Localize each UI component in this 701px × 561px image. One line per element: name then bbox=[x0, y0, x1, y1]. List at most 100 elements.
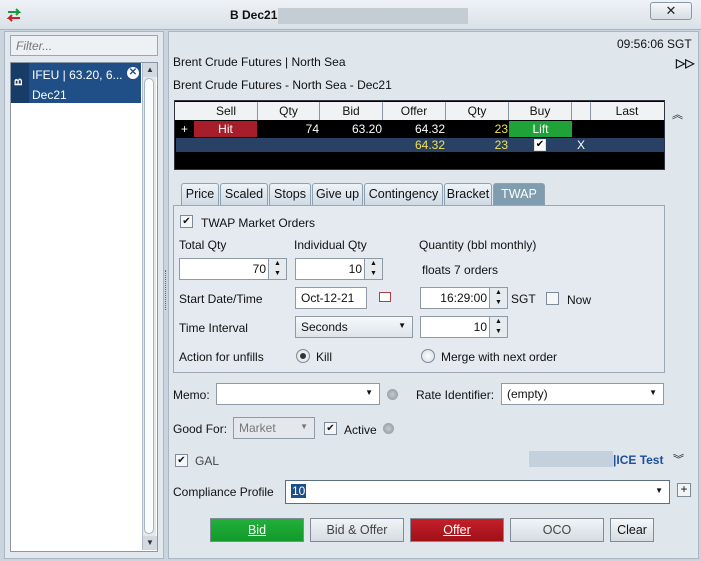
expand-row-icon[interactable]: + bbox=[181, 122, 188, 136]
active-status-icon bbox=[383, 423, 394, 434]
timezone-label: SGT bbox=[511, 292, 536, 306]
expand-details-icon[interactable]: ︾ bbox=[673, 451, 684, 467]
chevron-down-icon: ▼ bbox=[655, 486, 663, 495]
clock: 09:56:06 SGT bbox=[617, 37, 692, 51]
tab-bracket[interactable]: Bracket bbox=[444, 183, 492, 205]
tab-contingency[interactable]: Contingency bbox=[364, 183, 443, 205]
total-qty-stepper[interactable]: 70 ▲ ▼ bbox=[179, 258, 287, 280]
col-bid: Bid bbox=[342, 104, 360, 118]
compliance-profile-select[interactable]: 10 ▼ bbox=[285, 480, 670, 504]
decrement-icon[interactable]: ▼ bbox=[490, 327, 507, 337]
fast-forward-icon[interactable]: ▷▷ bbox=[676, 56, 694, 70]
collapse-grid-icon[interactable]: ︽ bbox=[672, 106, 683, 122]
floats-orders-text: floats 7 orders bbox=[422, 263, 499, 277]
time-interval-label: Time Interval bbox=[179, 321, 248, 335]
ice-test-link[interactable]: |ICE Test bbox=[613, 453, 663, 467]
instrument-subtitle: Brent Crude Futures - North Sea - Dec21 bbox=[173, 78, 392, 92]
twap-panel bbox=[173, 205, 665, 373]
decrement-icon[interactable]: ▼ bbox=[269, 269, 286, 279]
hit-button[interactable]: Hit bbox=[194, 121, 257, 137]
interval-unit-select[interactable]: Seconds ▼ bbox=[295, 316, 413, 338]
tab-scaled[interactable]: Scaled bbox=[220, 183, 268, 205]
chevron-down-icon: ▼ bbox=[300, 422, 308, 431]
decrement-icon[interactable]: ▼ bbox=[490, 298, 507, 308]
quantity-unit-label: Quantity (bbl monthly) bbox=[419, 238, 537, 252]
chevron-down-icon: ▼ bbox=[398, 321, 406, 330]
memo-select[interactable]: ▼ bbox=[216, 383, 380, 405]
instrument-title: Brent Crude Futures | North Sea bbox=[173, 55, 346, 69]
gal-checkbox[interactable]: ✔ bbox=[175, 454, 188, 467]
app-icon bbox=[6, 8, 22, 22]
col-buy: Buy bbox=[529, 104, 551, 118]
start-datetime-label: Start Date/Time bbox=[179, 292, 263, 306]
twap-market-orders-label: TWAP Market Orders bbox=[201, 216, 316, 230]
tab-stops[interactable]: Stops bbox=[269, 183, 311, 205]
individual-qty-label: Individual Qty bbox=[294, 238, 367, 252]
lift-button[interactable]: Lift bbox=[509, 121, 572, 137]
merge-label: Merge with next order bbox=[441, 350, 558, 364]
good-for-select[interactable]: Market ▼ bbox=[233, 417, 315, 439]
total-qty-label: Total Qty bbox=[179, 238, 227, 252]
title-redaction bbox=[278, 8, 468, 24]
scroll-down-icon[interactable]: ▼ bbox=[143, 536, 157, 550]
increment-icon[interactable]: ▲ bbox=[490, 317, 507, 327]
col-qty-bid: Qty bbox=[279, 104, 298, 118]
active-label: Active bbox=[344, 423, 377, 437]
active-checkbox[interactable]: ✔ bbox=[324, 422, 337, 435]
col-qty-offer: Qty bbox=[467, 104, 487, 118]
filter-input[interactable] bbox=[10, 35, 158, 56]
order-checkbox[interactable]: ✔ bbox=[534, 139, 546, 151]
interval-value-stepper[interactable]: 10 ▲ ▼ bbox=[420, 316, 508, 338]
clear-button[interactable]: Clear bbox=[610, 518, 654, 542]
increment-icon[interactable]: ▲ bbox=[269, 259, 286, 269]
individual-qty-stepper[interactable]: 10 ▲ ▼ bbox=[295, 258, 383, 280]
offer-button[interactable]: Offer bbox=[410, 518, 504, 542]
list-item-line1: IFEU | 63.20, 6... bbox=[32, 68, 123, 82]
chevron-down-icon: ▼ bbox=[649, 388, 657, 397]
start-date-field[interactable]: Oct-12-21 bbox=[295, 287, 367, 309]
increment-icon[interactable]: ▲ bbox=[365, 259, 382, 269]
calendar-icon[interactable] bbox=[379, 292, 391, 302]
now-checkbox[interactable] bbox=[546, 292, 559, 305]
oco-button[interactable]: OCO bbox=[510, 518, 604, 542]
offer-price[interactable]: 64.32 bbox=[383, 122, 445, 136]
unfills-action-label: Action for unfills bbox=[179, 350, 264, 364]
add-profile-icon[interactable]: + bbox=[677, 483, 691, 497]
bid-price[interactable]: 63.20 bbox=[320, 122, 382, 136]
instrument-list bbox=[10, 62, 158, 552]
my-offer-price: 64.32 bbox=[414, 138, 445, 152]
rate-identifier-select[interactable]: (empty) ▼ bbox=[501, 383, 664, 405]
bid-offer-button[interactable]: Bid & Offer bbox=[310, 518, 404, 542]
remove-item-icon[interactable]: ✕ bbox=[127, 67, 139, 79]
list-item-line2: Dec21 bbox=[32, 88, 67, 102]
gal-label: GAL bbox=[195, 454, 220, 468]
tab-price[interactable]: Price bbox=[181, 183, 219, 205]
account-redaction bbox=[529, 451, 613, 467]
close-button[interactable]: ✕ bbox=[650, 2, 692, 20]
kill-label: Kill bbox=[316, 350, 333, 364]
col-last: Last bbox=[615, 104, 639, 118]
scroll-thumb[interactable] bbox=[144, 78, 154, 534]
good-for-label: Good For: bbox=[173, 422, 228, 436]
bid-qty: 74 bbox=[305, 122, 319, 136]
col-offer: Offer bbox=[400, 104, 428, 118]
bid-button[interactable]: Bid bbox=[210, 518, 304, 542]
tab-give-up[interactable]: Give up bbox=[312, 183, 363, 205]
kill-radio[interactable] bbox=[296, 349, 310, 363]
memo-status-icon bbox=[387, 389, 398, 400]
tab-twap[interactable]: TWAP bbox=[493, 183, 545, 205]
increment-icon[interactable]: ▲ bbox=[490, 288, 507, 298]
cancel-order-icon[interactable]: X bbox=[577, 138, 585, 152]
twap-market-orders-checkbox[interactable]: ✔ bbox=[180, 215, 193, 228]
compliance-profile-label: Compliance Profile bbox=[173, 485, 274, 499]
col-sell: Sell bbox=[215, 104, 236, 118]
window-title: B Dec21 bbox=[230, 8, 278, 22]
now-label: Now bbox=[567, 293, 592, 307]
list-item-badge: B bbox=[11, 63, 29, 103]
chevron-down-icon: ▼ bbox=[365, 388, 373, 397]
decrement-icon[interactable]: ▼ bbox=[365, 269, 382, 279]
merge-radio[interactable] bbox=[421, 349, 435, 363]
start-time-stepper[interactable]: 16:29:00 ▲ ▼ bbox=[420, 287, 508, 309]
rate-identifier-label: Rate Identifier: bbox=[416, 388, 495, 402]
scroll-up-icon[interactable]: ▲ bbox=[143, 63, 157, 77]
